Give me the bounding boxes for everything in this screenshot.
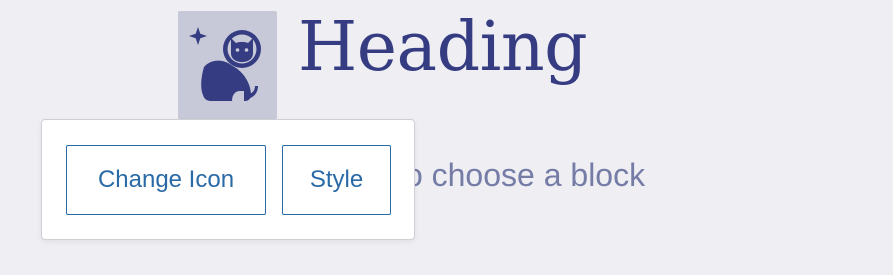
block-heading[interactable]: Heading (298, 14, 588, 82)
cat-astronaut-icon (188, 27, 261, 101)
change-icon-button[interactable]: Change Icon (66, 145, 266, 215)
style-button[interactable]: Style (282, 145, 391, 215)
icon-toolbar-popover: Change Icon Style (41, 119, 415, 240)
icon-block[interactable] (178, 11, 277, 119)
